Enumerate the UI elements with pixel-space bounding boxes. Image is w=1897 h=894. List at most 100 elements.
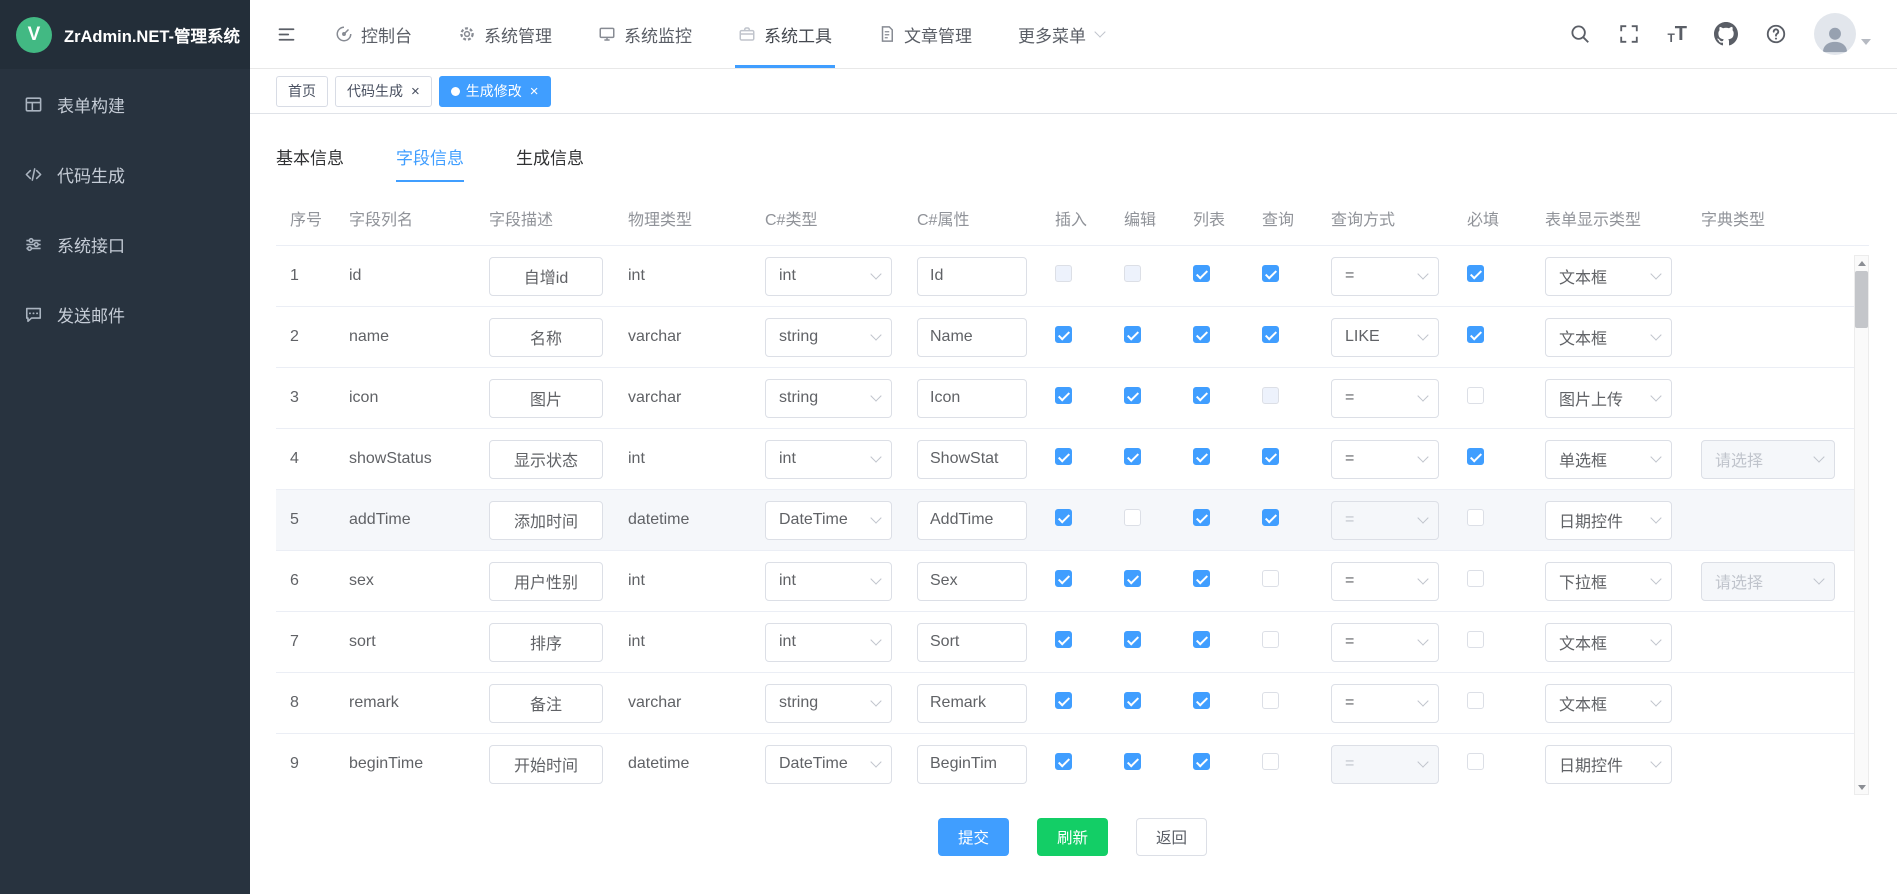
edit-checkbox[interactable]: [1124, 753, 1141, 770]
list-checkbox[interactable]: [1193, 265, 1210, 282]
insert-checkbox[interactable]: [1055, 448, 1072, 465]
display-type-select[interactable]: 图片上传: [1545, 379, 1672, 418]
cs-property-input[interactable]: [917, 684, 1027, 723]
query-mode-select[interactable]: =: [1331, 623, 1439, 662]
column-desc-input[interactable]: [489, 501, 603, 540]
required-checkbox[interactable]: [1467, 326, 1484, 343]
tab-gen-info[interactable]: 生成信息: [516, 144, 584, 182]
fullscreen-icon[interactable]: [1618, 23, 1640, 45]
edit-checkbox[interactable]: [1124, 387, 1141, 404]
cs-type-select[interactable]: int: [765, 623, 892, 662]
list-checkbox[interactable]: [1193, 448, 1210, 465]
display-type-select[interactable]: 文本框: [1545, 257, 1672, 296]
close-icon[interactable]: ×: [411, 84, 420, 99]
tag-home[interactable]: 首页: [276, 76, 328, 107]
cs-type-select[interactable]: string: [765, 684, 892, 723]
required-checkbox[interactable]: [1467, 753, 1484, 770]
user-menu[interactable]: [1814, 13, 1871, 55]
required-checkbox[interactable]: [1467, 631, 1484, 648]
nav-item-system-tools[interactable]: 系统工具: [738, 0, 832, 68]
required-checkbox[interactable]: [1467, 570, 1484, 587]
nav-item-article-manage[interactable]: 文章管理: [878, 0, 972, 68]
column-desc-input[interactable]: [489, 684, 603, 723]
sidebar-item-form-build[interactable]: 表单构建: [0, 69, 250, 139]
column-desc-input[interactable]: [489, 440, 603, 479]
display-type-select[interactable]: 文本框: [1545, 684, 1672, 723]
search-icon[interactable]: [1569, 23, 1591, 45]
nav-item-more-menu[interactable]: 更多菜单: [1018, 0, 1104, 68]
insert-checkbox[interactable]: [1055, 692, 1072, 709]
edit-checkbox[interactable]: [1124, 631, 1141, 648]
table-scrollbar[interactable]: [1854, 255, 1869, 795]
sidebar-item-api[interactable]: 系统接口: [0, 209, 250, 279]
cs-property-input[interactable]: [917, 501, 1027, 540]
list-checkbox[interactable]: [1193, 631, 1210, 648]
cs-type-select[interactable]: int: [765, 562, 892, 601]
list-checkbox[interactable]: [1193, 692, 1210, 709]
cs-type-select[interactable]: DateTime: [765, 745, 892, 784]
query-mode-select[interactable]: =: [1331, 379, 1439, 418]
display-type-select[interactable]: 下拉框: [1545, 562, 1672, 601]
edit-checkbox[interactable]: [1124, 570, 1141, 587]
column-desc-input[interactable]: [489, 623, 603, 662]
font-size-icon[interactable]: TT: [1667, 24, 1687, 44]
github-icon[interactable]: [1714, 22, 1738, 46]
cs-property-input[interactable]: [917, 745, 1027, 784]
column-desc-input[interactable]: [489, 257, 603, 296]
sidebar-item-mail[interactable]: 发送邮件: [0, 279, 250, 349]
column-desc-input[interactable]: [489, 745, 603, 784]
sidebar-collapse-icon[interactable]: [276, 24, 297, 45]
list-checkbox[interactable]: [1193, 387, 1210, 404]
display-type-select[interactable]: 日期控件: [1545, 745, 1672, 784]
query-checkbox[interactable]: [1262, 570, 1279, 587]
column-desc-input[interactable]: [489, 379, 603, 418]
list-checkbox[interactable]: [1193, 570, 1210, 587]
required-checkbox[interactable]: [1467, 509, 1484, 526]
required-checkbox[interactable]: [1467, 692, 1484, 709]
insert-checkbox[interactable]: [1055, 631, 1072, 648]
insert-checkbox[interactable]: [1055, 570, 1072, 587]
required-checkbox[interactable]: [1467, 387, 1484, 404]
cs-property-input[interactable]: [917, 440, 1027, 479]
insert-checkbox[interactable]: [1055, 326, 1072, 343]
cs-property-input[interactable]: [917, 257, 1027, 296]
cs-property-input[interactable]: [917, 318, 1027, 357]
query-checkbox[interactable]: [1262, 631, 1279, 648]
scrollbar-thumb[interactable]: [1855, 271, 1868, 328]
nav-item-system-monitor[interactable]: 系统监控: [598, 0, 692, 68]
edit-checkbox[interactable]: [1124, 448, 1141, 465]
edit-checkbox[interactable]: [1124, 692, 1141, 709]
list-checkbox[interactable]: [1193, 509, 1210, 526]
query-mode-select[interactable]: =: [1331, 440, 1439, 479]
required-checkbox[interactable]: [1467, 448, 1484, 465]
query-mode-select[interactable]: LIKE: [1331, 318, 1439, 357]
display-type-select[interactable]: 文本框: [1545, 623, 1672, 662]
query-mode-select[interactable]: =: [1331, 684, 1439, 723]
help-icon[interactable]: [1765, 23, 1787, 45]
scroll-down-button[interactable]: [1855, 780, 1868, 794]
query-checkbox[interactable]: [1262, 326, 1279, 343]
query-checkbox[interactable]: [1262, 448, 1279, 465]
display-type-select[interactable]: 日期控件: [1545, 501, 1672, 540]
query-checkbox[interactable]: [1262, 265, 1279, 282]
query-checkbox[interactable]: [1262, 692, 1279, 709]
query-mode-select[interactable]: =: [1331, 562, 1439, 601]
edit-checkbox[interactable]: [1124, 326, 1141, 343]
submit-button[interactable]: 提交: [938, 818, 1009, 856]
scroll-up-button[interactable]: [1855, 256, 1868, 270]
nav-item-dashboard[interactable]: 控制台: [335, 0, 412, 68]
tag-code-gen[interactable]: 代码生成 ×: [335, 76, 432, 107]
cs-type-select[interactable]: DateTime: [765, 501, 892, 540]
required-checkbox[interactable]: [1467, 265, 1484, 282]
back-button[interactable]: 返回: [1136, 818, 1207, 856]
cs-property-input[interactable]: [917, 379, 1027, 418]
cs-property-input[interactable]: [917, 623, 1027, 662]
refresh-button[interactable]: 刷新: [1037, 818, 1108, 856]
edit-checkbox[interactable]: [1124, 509, 1141, 526]
list-checkbox[interactable]: [1193, 326, 1210, 343]
cs-type-select[interactable]: string: [765, 379, 892, 418]
list-checkbox[interactable]: [1193, 753, 1210, 770]
tag-gen-edit[interactable]: 生成修改 ×: [439, 76, 551, 107]
column-desc-input[interactable]: [489, 318, 603, 357]
sidebar-item-code-gen[interactable]: 代码生成: [0, 139, 250, 209]
